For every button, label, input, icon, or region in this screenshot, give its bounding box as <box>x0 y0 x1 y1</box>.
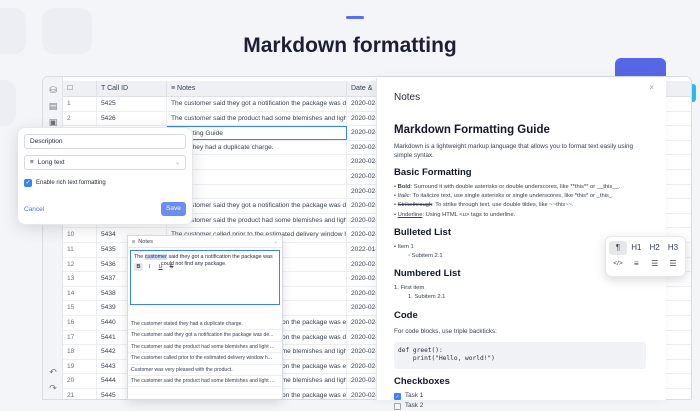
notes-editor-title: Notes <box>138 238 153 245</box>
cell-call-id[interactable]: 5425 <box>97 97 167 111</box>
row-number[interactable]: 21 <box>63 388 97 399</box>
row-number[interactable]: 1 <box>63 97 97 111</box>
cell-notes[interactable]: stated they had a duplicate charge. <box>167 140 347 155</box>
long-text-icon: ≡ <box>132 238 136 245</box>
md-list-item: • Underline: Using HTML <u> tags to unde… <box>394 211 516 218</box>
row-number[interactable]: 17 <box>63 330 97 345</box>
bulleted-list-icon[interactable]: ☰ <box>646 257 664 271</box>
md-code-block: def greet(): print("Hello, world!") <box>394 341 646 370</box>
row-number[interactable]: 14 <box>63 286 97 301</box>
heading-2-button[interactable]: H2 <box>646 241 664 255</box>
cell-notes[interactable] <box>167 155 347 169</box>
md-list-item: 1. First item <box>394 285 425 292</box>
row-number[interactable]: 13 <box>63 272 97 286</box>
field-type-select[interactable]: ≡ Long text ⌄ <box>24 155 186 170</box>
list-item[interactable]: The customer called prior to the estimat… <box>128 353 282 365</box>
row-number[interactable]: 11 <box>63 242 97 257</box>
row-number-header[interactable]: ☐ <box>63 81 97 96</box>
md-list-item: • Italic: To italicize text, use single … <box>394 193 614 200</box>
list-item[interactable]: The customer said the product had some b… <box>128 342 282 354</box>
notes-cell-editor: ≡ Notes ⌄ The customer said they got a n… <box>127 235 283 400</box>
rich-text-option[interactable]: ✓ Enable rich text formatting <box>24 179 186 187</box>
column-header-call-id[interactable]: T Call ID <box>97 81 167 96</box>
md-heading-basic: Basic Formatting <box>394 167 472 178</box>
notes-list: The customer stated they had a duplicate… <box>128 319 282 388</box>
cell-notes[interactable]: The customer said they got a notificatio… <box>167 97 347 111</box>
redo-icon[interactable]: ↷ <box>48 383 58 393</box>
md-heading-code: Code <box>394 309 418 321</box>
list-item[interactable]: The customer stated they had a duplicate… <box>128 319 282 331</box>
list-item[interactable]: The customer said the product had some b… <box>128 376 282 388</box>
database-icon[interactable]: ⛁ <box>48 85 58 95</box>
task-checkbox-2[interactable]: Task 2 <box>394 401 649 411</box>
block-format-menu: ¶ H1 H2 H3 </> ≡ ☰ ☰ <box>605 236 686 277</box>
row-number[interactable]: 15 <box>63 301 97 315</box>
row-number[interactable]: 2 <box>63 111 97 126</box>
numbered-list-icon[interactable]: ≡ <box>627 257 645 271</box>
field-type-value: Long text <box>37 158 65 166</box>
undo-icon[interactable]: ↶ <box>48 367 58 377</box>
cell-notes[interactable] <box>167 184 347 199</box>
list-item[interactable]: Customer was very pleased with the produ… <box>128 365 282 376</box>
md-code-intro: For code blocks, use triple backticks: <box>394 327 497 335</box>
dialog-actions: Cancel Save <box>24 202 186 216</box>
lock-icon[interactable]: ▣ <box>48 117 58 127</box>
rich-text-checkbox-label: Enable rich text formatting <box>36 180 106 186</box>
cell-notes[interactable]: Formatting Guide <box>167 126 347 140</box>
md-list-item: • Strikethrough: To strike through text,… <box>394 202 574 209</box>
row-number[interactable]: 18 <box>63 345 97 359</box>
cell-notes[interactable]: The customer said they got a notificatio… <box>167 199 347 213</box>
save-button[interactable]: Save <box>161 202 186 216</box>
bold-button[interactable]: B <box>134 262 143 271</box>
italic-button[interactable]: I <box>145 263 154 271</box>
row-number[interactable]: 20 <box>63 374 97 388</box>
md-heading-checkboxes: Checkboxes <box>394 376 450 388</box>
code-block-icon[interactable]: </> <box>609 257 627 271</box>
cancel-button[interactable]: Cancel <box>24 206 44 213</box>
notes-text-line-2: could not find any package. <box>161 261 227 267</box>
field-settings-dialog: Description ≡ Long text ⌄ ✓ Enable rich … <box>17 127 193 225</box>
left-rail: ⛁ ▤ ▣ ↶ ↷ <box>43 77 63 399</box>
list-item[interactable]: The customer said they got a notificatio… <box>128 330 282 342</box>
notes-rich-text-input[interactable]: The customer said they got a notificatio… <box>130 250 280 305</box>
cell-notes[interactable]: The customer said the product had some b… <box>167 111 347 126</box>
cell-notes[interactable] <box>167 169 347 184</box>
checkbox-unchecked[interactable] <box>394 402 401 410</box>
accent-line <box>346 16 364 19</box>
md-intro: Markdown is a lightweight markup languag… <box>394 143 634 159</box>
md-heading-1: Markdown Formatting Guide <box>394 124 550 136</box>
cell-notes[interactable]: The customer said the product had some b… <box>167 213 347 228</box>
bg-shape-left-3 <box>0 80 16 126</box>
heading-3-button[interactable]: H3 <box>664 241 682 255</box>
md-basic-list: • Bold: Surround it with double asterisk… <box>394 183 649 220</box>
row-number[interactable]: 16 <box>63 315 97 330</box>
chevron-down-icon[interactable]: ⌄ <box>273 239 278 245</box>
cell-call-id[interactable]: 5426 <box>97 111 167 126</box>
md-list-item: • Bold: Surround it with double asterisk… <box>394 184 621 190</box>
field-name-input[interactable]: Description <box>24 134 186 149</box>
paragraph-button[interactable]: ¶ <box>609 241 627 255</box>
row-number[interactable]: 10 <box>63 228 97 242</box>
task-label: Task 2 <box>405 402 424 410</box>
notes-editor-header: ≡ Notes ⌄ <box>128 236 282 248</box>
md-numbered-list: 1. First item 1. Subitem 2.1 <box>394 284 649 302</box>
row-number[interactable]: 19 <box>63 359 97 374</box>
column-header-notes[interactable]: ≡ Notes <box>167 81 347 96</box>
heading-1-button[interactable]: H1 <box>627 241 645 255</box>
panel-title: Notes <box>394 92 421 103</box>
checkbox-checked[interactable]: ✓ <box>394 392 401 400</box>
row-number[interactable]: 12 <box>63 257 97 272</box>
md-list-subitem: 1. Subitem 2.1 <box>408 294 446 301</box>
format-row-1: ¶ H1 H2 H3 <box>609 240 682 256</box>
document-icon[interactable]: ▤ <box>48 101 58 111</box>
page-headline: Markdown formatting <box>243 34 457 57</box>
close-icon[interactable]: × <box>649 83 654 92</box>
checklist-icon[interactable]: ☰ <box>664 257 682 271</box>
format-row-2: </> ≡ ☰ ☰ <box>609 256 682 272</box>
chevron-down-icon: ⌄ <box>174 159 180 166</box>
checkbox-checked[interactable]: ✓ <box>24 179 32 187</box>
long-text-icon: ≡ <box>30 158 34 166</box>
